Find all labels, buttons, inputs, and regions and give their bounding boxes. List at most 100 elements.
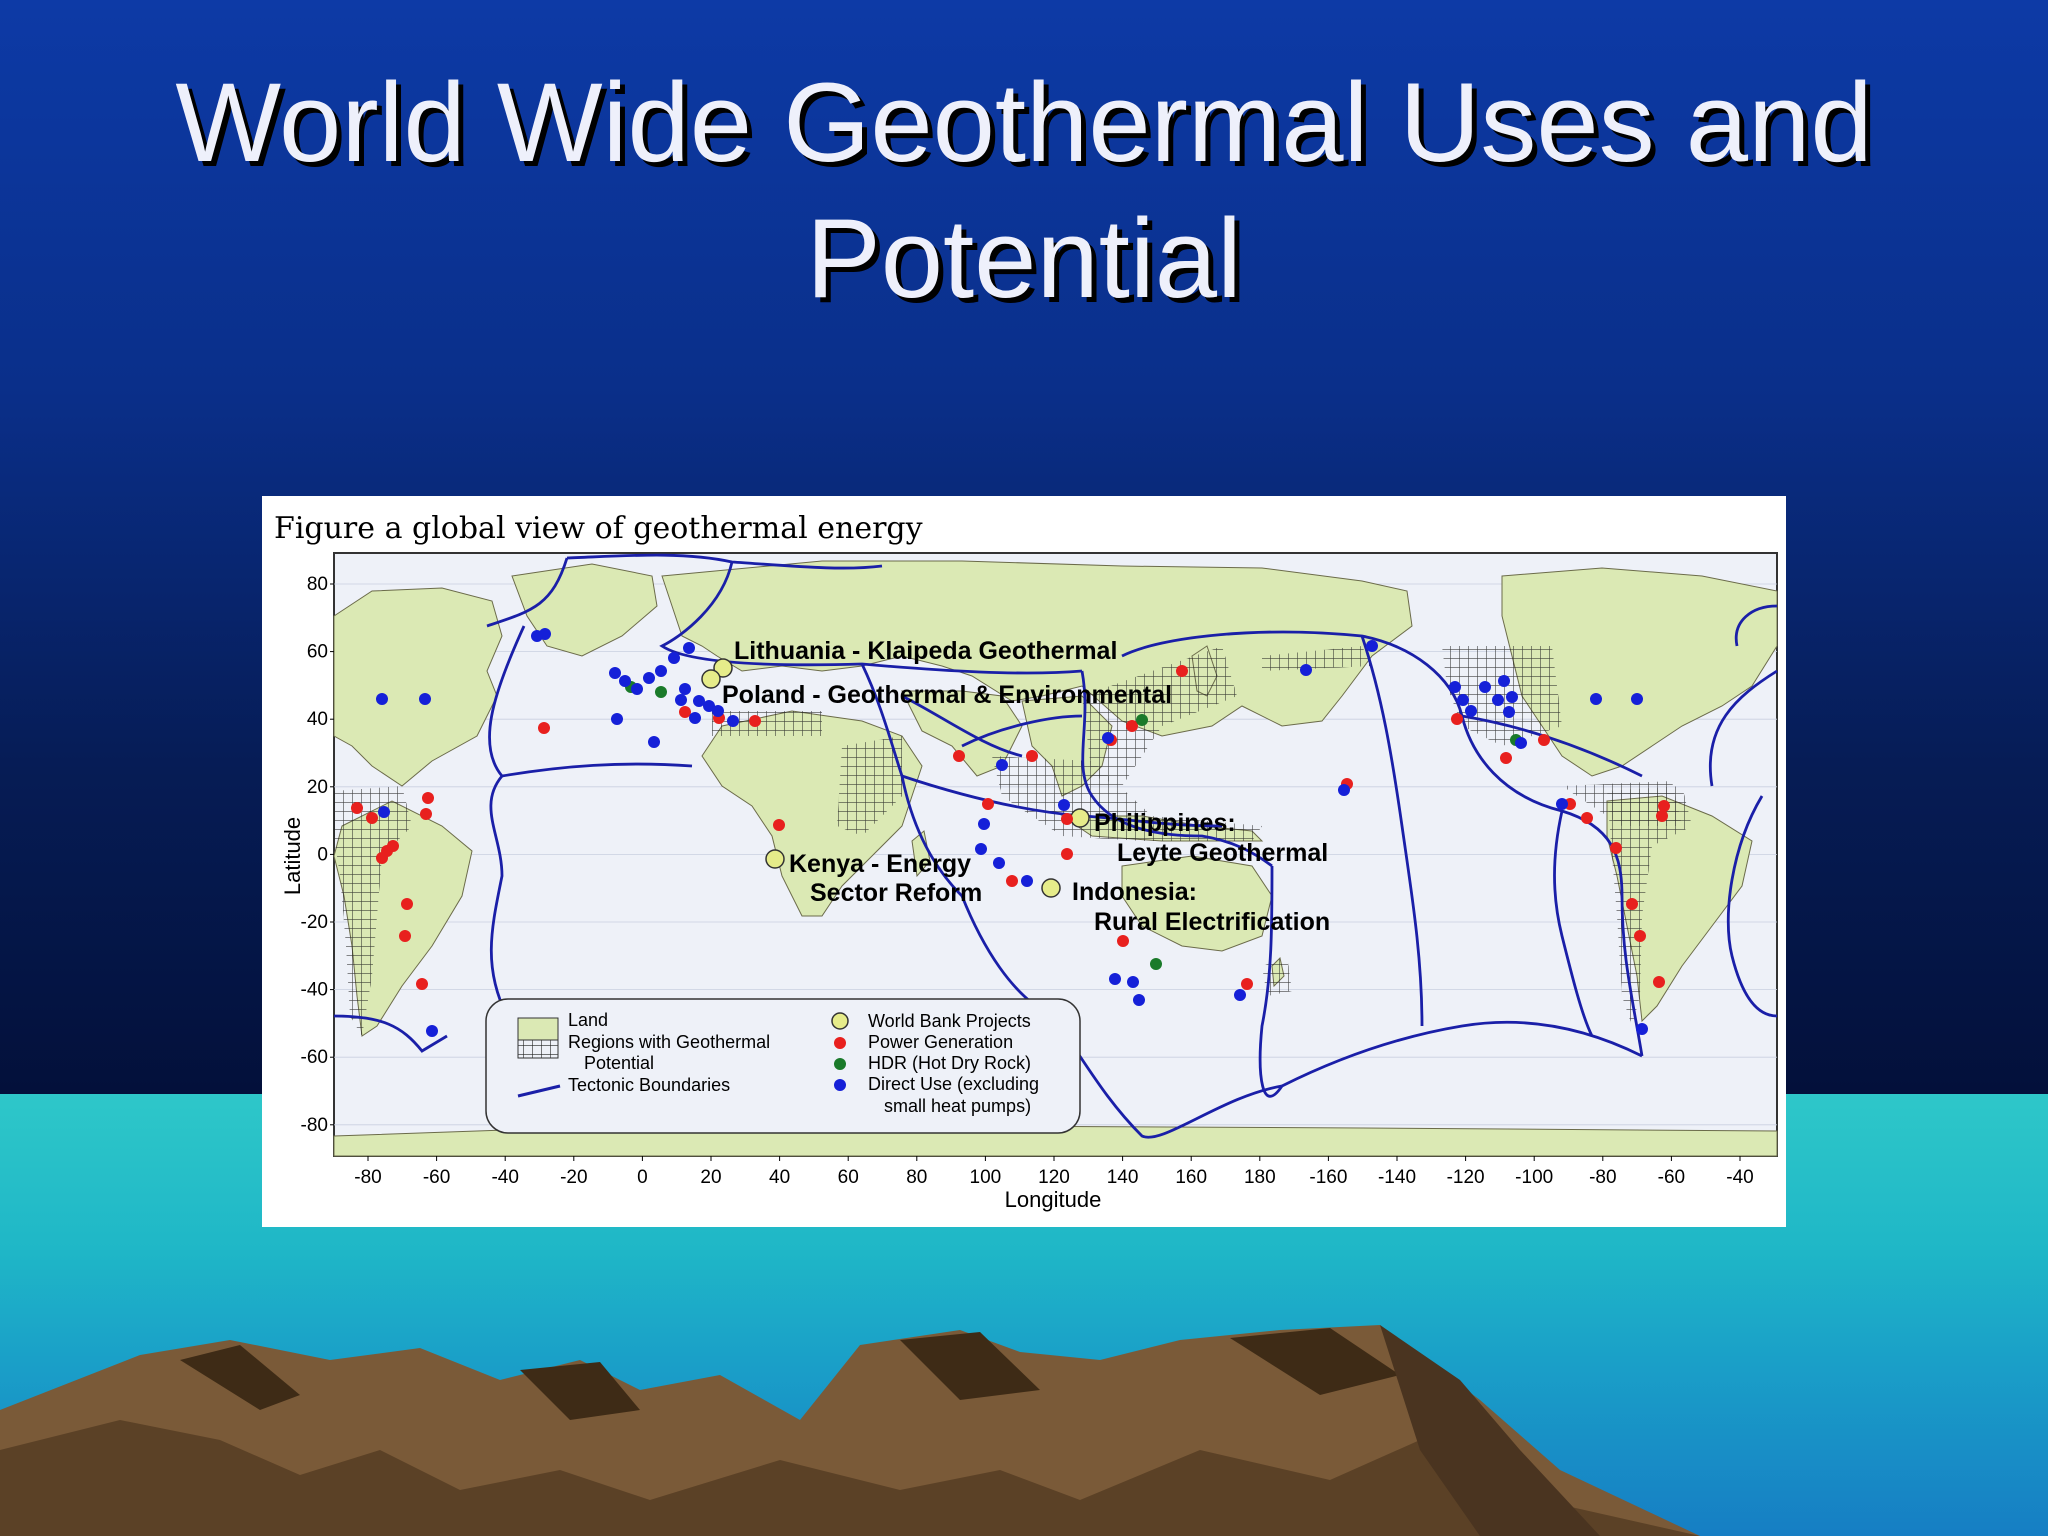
power-marker [401, 898, 413, 910]
power-marker [366, 812, 378, 824]
callout-indonesia-line1: Indonesia: [1072, 878, 1197, 906]
power-marker [1176, 665, 1188, 677]
power-marker [1006, 875, 1018, 887]
hdr-marker [1136, 714, 1148, 726]
x-tick-label: 180 [1244, 1167, 1276, 1188]
direct-marker [376, 693, 388, 705]
direct-marker [631, 683, 643, 695]
x-tick-label: -60 [423, 1167, 450, 1188]
direct-marker [1506, 691, 1518, 703]
direct-marker [1338, 784, 1350, 796]
y-tick-label: 40 [307, 709, 328, 730]
direct-marker [1590, 693, 1602, 705]
power-marker [422, 792, 434, 804]
world-bank-marker [701, 669, 721, 689]
power-marker [1538, 734, 1550, 746]
x-tick-label: 40 [769, 1167, 790, 1188]
legend-hdr-label: HDR (Hot Dry Rock) [868, 1053, 1031, 1073]
title-line-2: Potential [806, 196, 1242, 321]
direct-marker [1503, 706, 1515, 718]
direct-marker [1556, 798, 1568, 810]
direct-marker [727, 715, 739, 727]
x-axis-label: Longitude [1005, 1187, 1102, 1212]
legend-hdr-marker [834, 1058, 846, 1070]
direct-marker [1366, 640, 1378, 652]
x-tick-label: -20 [560, 1167, 587, 1188]
power-marker [1026, 750, 1038, 762]
power-marker [773, 819, 785, 831]
callout-indonesia-line2: Rural Electrification [1094, 908, 1330, 936]
x-tick-label: 160 [1175, 1167, 1207, 1188]
direct-marker [1133, 994, 1145, 1006]
direct-marker [611, 713, 623, 725]
legend-power-marker [834, 1037, 846, 1049]
direct-marker [993, 857, 1005, 869]
x-tick-label: 20 [700, 1167, 721, 1188]
power-marker [1653, 976, 1665, 988]
direct-marker [1636, 1023, 1648, 1035]
power-marker [351, 802, 363, 814]
map-legend: Land Regions with Geothermal Potential T… [485, 998, 1081, 1134]
direct-marker [1127, 976, 1139, 988]
slide-title: World Wide Geothermal Uses and Potential [0, 55, 2048, 327]
direct-marker [1058, 799, 1070, 811]
legend-land-swatch [517, 1017, 559, 1041]
power-marker [749, 715, 761, 727]
x-tick-label: 140 [1107, 1167, 1139, 1188]
power-marker [420, 808, 432, 820]
y-axis-ticks: 80 60 40 20 0 -20 -40 -60 -80 [301, 574, 334, 1136]
direct-marker [643, 672, 655, 684]
power-marker [1581, 812, 1593, 824]
legend-world-bank-label: World Bank Projects [868, 1011, 1031, 1031]
y-tick-label: -40 [301, 980, 328, 1001]
direct-marker [1234, 989, 1246, 1001]
world-bank-marker [1041, 878, 1061, 898]
legend-land-label: Land [568, 1010, 608, 1030]
direct-marker [689, 712, 701, 724]
x-tick-label: -40 [491, 1167, 518, 1188]
direct-marker [1631, 693, 1643, 705]
power-marker [376, 852, 388, 864]
direct-marker [648, 736, 660, 748]
world-bank-marker [765, 849, 785, 869]
callout-philippines-line2: Leyte Geothermal [1117, 839, 1328, 867]
power-marker [1626, 898, 1638, 910]
x-tick-label: -100 [1515, 1167, 1553, 1188]
direct-marker [1449, 681, 1461, 693]
callout-lithuania-text: Lithuania - Klaipeda Geothermal [734, 637, 1117, 665]
direct-marker [1498, 675, 1510, 687]
power-marker [399, 930, 411, 942]
direct-marker [1479, 681, 1491, 693]
legend-world-bank-marker [831, 1012, 849, 1030]
power-marker [1241, 978, 1253, 990]
power-marker [1500, 752, 1512, 764]
callout-kenya-line2: Sector Reform [810, 879, 982, 907]
callout-poland: Poland - Geothermal & Environmental [722, 681, 1172, 709]
legend-direct-label-1: Direct Use (excluding [868, 1074, 1039, 1094]
direct-marker [1021, 875, 1033, 887]
y-axis-label: Latitude [280, 817, 305, 895]
y-tick-label: 60 [307, 642, 328, 663]
direct-marker [668, 652, 680, 664]
direct-marker [1515, 737, 1527, 749]
y-tick-label: 80 [307, 574, 328, 595]
direct-marker [978, 818, 990, 830]
power-marker [1061, 848, 1073, 860]
x-tick-label: -160 [1309, 1167, 1347, 1188]
legend-regions-label-2: Potential [584, 1053, 654, 1073]
x-tick-label: 60 [838, 1167, 859, 1188]
direct-marker [419, 693, 431, 705]
hdr-marker [1150, 958, 1162, 970]
y-tick-label: -20 [301, 912, 328, 933]
direct-marker [679, 683, 691, 695]
legend-direct-label-2: small heat pumps) [884, 1096, 1031, 1116]
power-marker [1451, 713, 1463, 725]
callout-philippines-line1: Philippines: [1094, 809, 1236, 837]
legend-regions-label-1: Regions with Geothermal [568, 1032, 770, 1052]
world-map: Latitude 80 60 40 20 0 -20 -40 -60 -80 -80 -60 -40… [280, 552, 1778, 1212]
title-line-1: World Wide Geothermal Uses and [175, 60, 1873, 185]
y-tick-label: 0 [317, 844, 328, 865]
direct-marker [683, 642, 695, 654]
direct-marker [1102, 732, 1114, 744]
geothermal-figure: Latitude 80 60 40 20 0 -20 -40 -60 -80 -80 -60 -40… [262, 496, 1786, 1227]
